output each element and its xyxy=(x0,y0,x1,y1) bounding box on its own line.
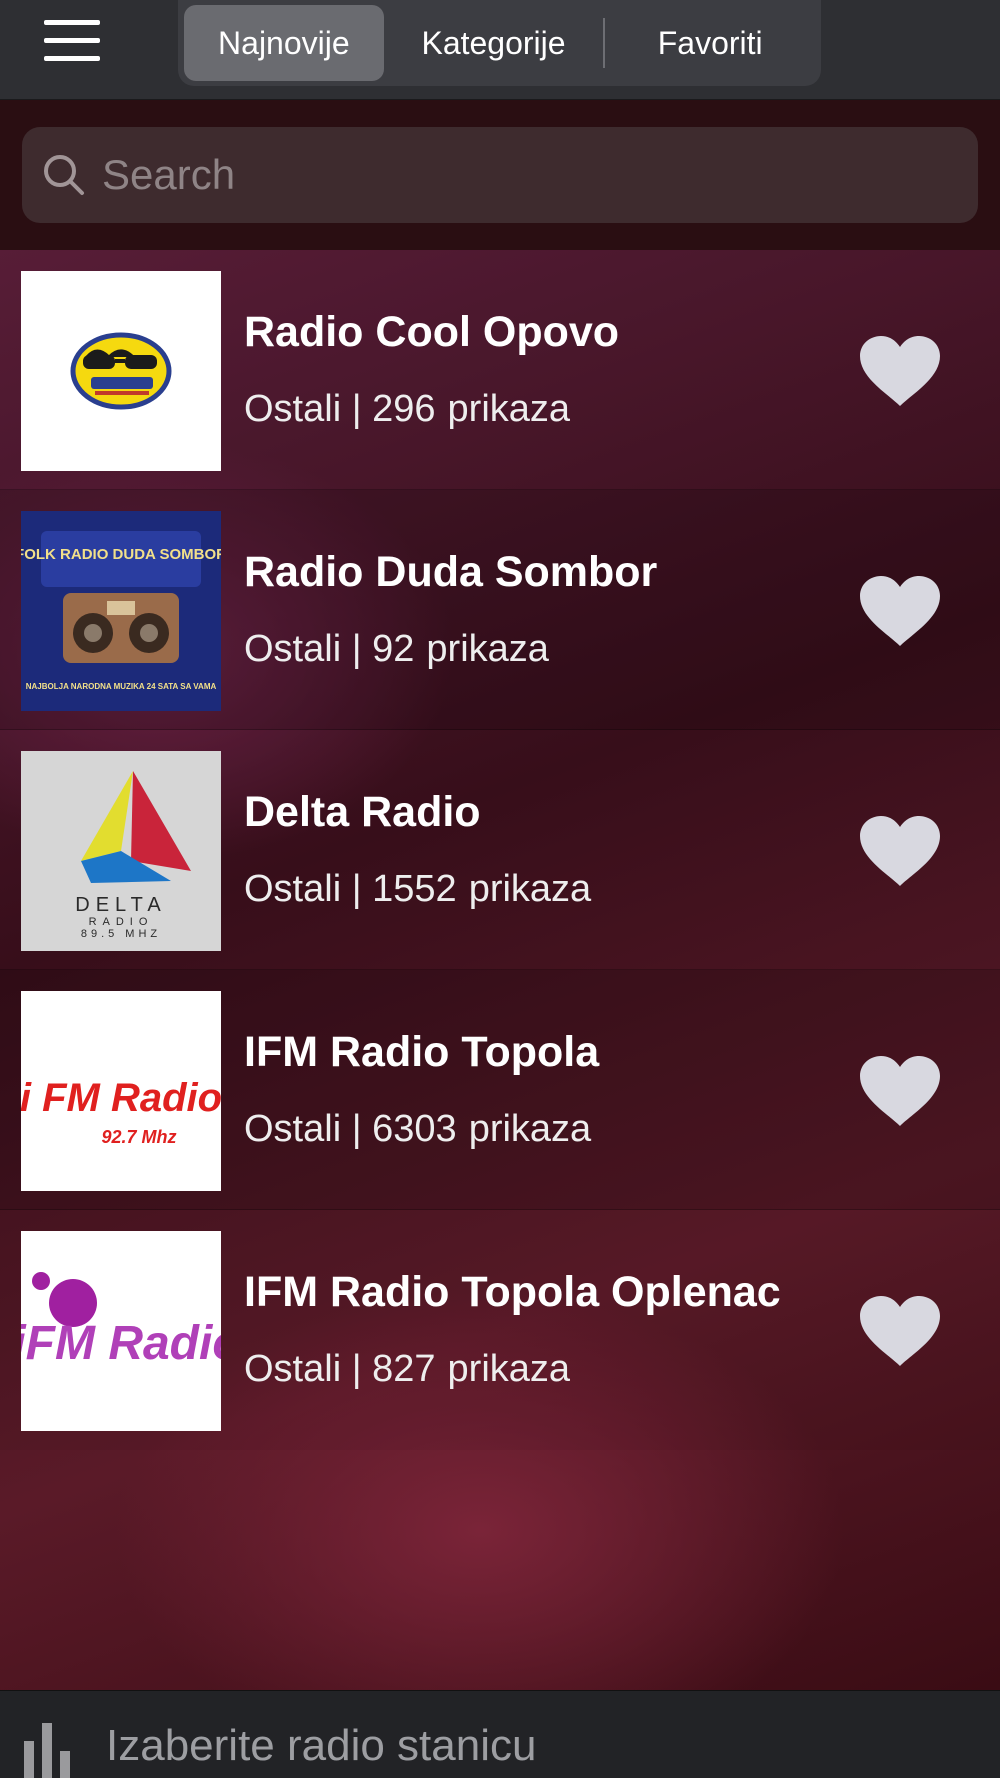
top-bar: Najnovije Kategorije Favoriti xyxy=(0,0,1000,100)
station-views: 1552 xyxy=(372,868,457,910)
station-row[interactable]: i FM Radio 92.7 Mhz IFM Radio Topola Ost… xyxy=(0,970,1000,1210)
station-category: Ostali xyxy=(244,1108,342,1150)
ifm-red-logo-icon: i FM Radio 92.7 Mhz xyxy=(21,991,221,1191)
search-bar[interactable] xyxy=(22,127,978,223)
tab-segmented-control: Najnovije Kategorije Favoriti xyxy=(178,0,821,86)
station-category: Ostali xyxy=(244,388,342,430)
station-views: 296 xyxy=(372,388,436,430)
station-name: IFM Radio Topola Oplenac xyxy=(244,1268,781,1316)
search-input[interactable] xyxy=(102,135,978,215)
station-category: Ostali xyxy=(244,868,342,910)
views-label: prikaza xyxy=(468,868,592,910)
station-logo xyxy=(21,271,221,471)
station-meta: Ostali | 827 prikaza xyxy=(244,1348,571,1390)
views-label: prikaza xyxy=(447,388,571,430)
tab-najnovije[interactable]: Najnovije xyxy=(184,5,384,81)
station-meta: Ostali | 92 prikaza xyxy=(244,628,549,670)
player-bar[interactable]: Izaberite radio stanicu xyxy=(0,1690,1000,1778)
station-logo: FOLK RADIO DUDA SOMBOR NAJBOLJA NARODNA … xyxy=(21,511,221,711)
ifm-red-logo-text: i FM Radio xyxy=(21,1076,221,1120)
search-icon xyxy=(44,155,84,195)
player-status-text: Izaberite radio stanicu xyxy=(106,1721,537,1770)
favorite-heart-icon[interactable] xyxy=(858,1294,942,1368)
tab-kategorije[interactable]: Kategorije xyxy=(384,5,604,81)
favorite-heart-icon[interactable] xyxy=(858,574,942,648)
delta-triangle-logo-icon: DELTA RADIO 89.5 MHZ xyxy=(21,751,221,951)
station-views: 6303 xyxy=(372,1108,457,1150)
station-row[interactable]: Radio Cool Opovo Ostali | 296 prikaza xyxy=(0,250,1000,490)
favorite-heart-icon[interactable] xyxy=(858,814,942,888)
delta-logo-sub: RADIO xyxy=(89,916,154,928)
favorite-heart-icon[interactable] xyxy=(858,334,942,408)
views-label: prikaza xyxy=(468,1108,592,1150)
station-row[interactable]: FOLK RADIO DUDA SOMBOR NAJBOLJA NARODNA … xyxy=(0,490,1000,730)
station-logo: DELTA RADIO 89.5 MHZ xyxy=(21,751,221,951)
station-name: IFM Radio Topola xyxy=(244,1028,600,1076)
station-meta: Ostali | 1552 prikaza xyxy=(244,868,592,910)
station-logo: i FM Radio 92.7 Mhz xyxy=(21,991,221,1191)
station-category: Ostali xyxy=(244,628,342,670)
duda-logo-title: FOLK RADIO DUDA SOMBOR xyxy=(21,546,221,563)
cool-radio-logo-icon xyxy=(21,271,221,471)
station-list: Radio Cool Opovo Ostali | 296 prikaza FOL… xyxy=(0,250,1000,1690)
station-name: Radio Cool Opovo xyxy=(244,308,620,356)
search-section xyxy=(0,100,1000,250)
station-name: Delta Radio xyxy=(244,788,481,836)
boombox-logo-icon: FOLK RADIO DUDA SOMBOR NAJBOLJA NARODNA … xyxy=(21,511,221,711)
views-label: prikaza xyxy=(426,628,549,670)
station-views: 827 xyxy=(372,1348,436,1390)
menu-icon[interactable] xyxy=(40,16,104,66)
station-category: Ostali xyxy=(244,1348,342,1390)
station-name: Radio Duda Sombor xyxy=(244,548,658,596)
ifm-red-logo-freq: 92.7 Mhz xyxy=(101,1127,176,1147)
station-logo: iFM Radio xyxy=(21,1231,221,1431)
station-row[interactable]: DELTA RADIO 89.5 MHZ Delta Radio Ostali … xyxy=(0,730,1000,970)
tab-favoriti[interactable]: Favoriti xyxy=(605,5,815,81)
delta-logo-freq: 89.5 MHZ xyxy=(81,928,161,940)
ifm-purple-logo-text: iFM Radio xyxy=(21,1317,221,1370)
equalizer-icon xyxy=(24,1723,80,1778)
ifm-purple-logo-icon: iFM Radio xyxy=(21,1231,221,1431)
station-row[interactable]: iFM Radio IFM Radio Topola Oplenac Ostal… xyxy=(0,1210,1000,1450)
station-meta: Ostali | 296 prikaza xyxy=(244,388,571,430)
duda-logo-sub: NAJBOLJA NARODNA MUZIKA 24 SATA SA VAMA xyxy=(26,682,217,691)
station-views: 92 xyxy=(372,628,415,670)
views-label: prikaza xyxy=(447,1348,571,1390)
favorite-heart-icon[interactable] xyxy=(858,1054,942,1128)
station-meta: Ostali | 6303 prikaza xyxy=(244,1108,592,1150)
delta-logo-title: DELTA xyxy=(75,894,167,916)
